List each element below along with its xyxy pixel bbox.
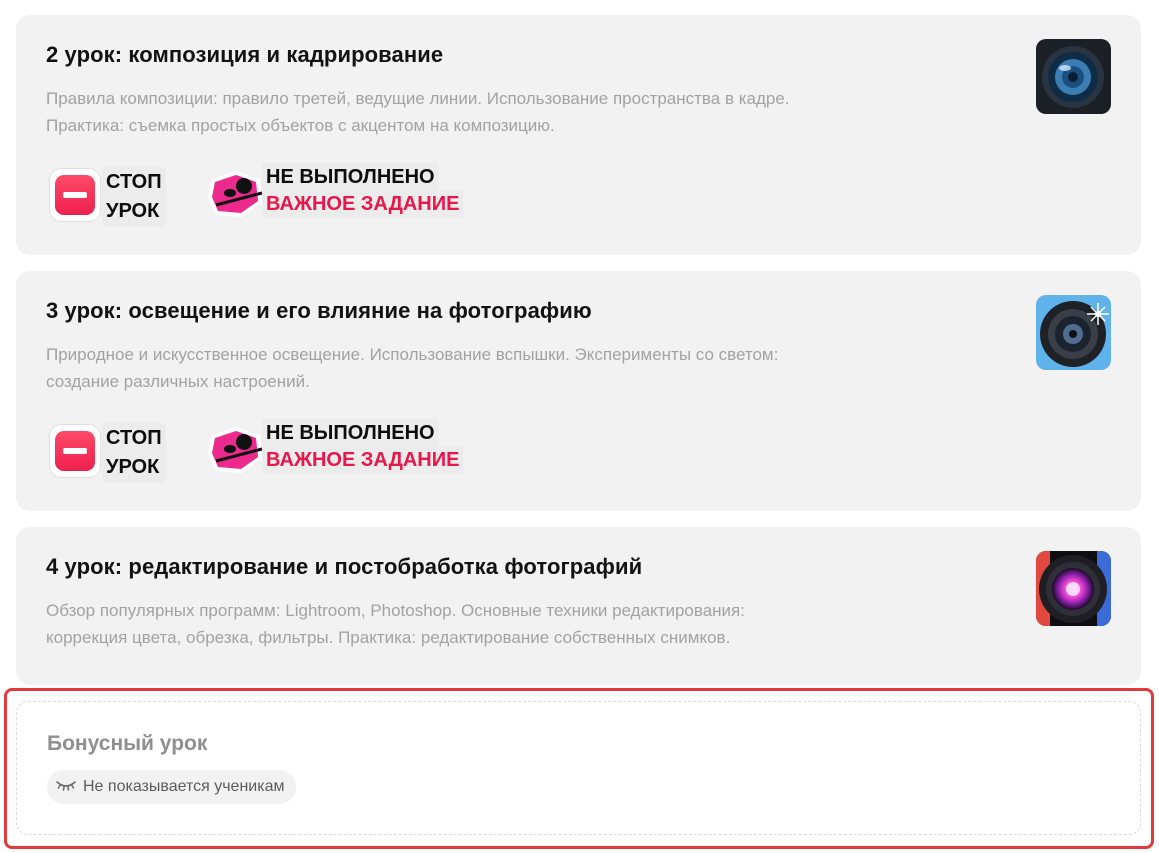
stop-label-line: СТОП [106, 427, 162, 449]
stop-icon [50, 425, 100, 477]
stop-label: СТОП УРОК [102, 423, 166, 483]
colorful-lens-icon [1036, 551, 1111, 626]
description-line: Правила композиции: правило третей, веду… [46, 89, 790, 108]
bonus-lesson-title[interactable]: Бонусный урок [47, 732, 207, 756]
description-line: коррекция цвета, обрезка, фильтры. Практ… [46, 628, 731, 647]
lesson-description: Правила композиции: правило третей, веду… [46, 85, 1006, 139]
task-status: НЕ ВЫПОЛНЕНО [262, 419, 439, 447]
bonus-lesson-card[interactable]: Бонусный урок Не показывается ученикам [16, 701, 1141, 835]
stop-label-line: УРОК [106, 456, 160, 478]
description-line: создание различных настроений. [46, 372, 310, 391]
description-line: Природное и искусственное освещение. Исп… [46, 345, 779, 364]
task-type: ВАЖНОЕ ЗАДАНИЕ [262, 446, 464, 474]
description-line: Практика: съемка простых объектов с акце… [46, 116, 555, 135]
stop-label-line: СТОП [106, 171, 162, 193]
task-sticker-icon [206, 425, 264, 475]
visibility-label: Не показывается ученикам [83, 778, 285, 795]
task-sticker-icon [206, 169, 264, 219]
lesson-description: Обзор популярных программ: Lightroom, Ph… [46, 597, 1006, 651]
lesson-title[interactable]: 2 урок: композиция и кадрирование [46, 42, 443, 68]
lesson-title[interactable]: 4 урок: редактирование и постобработка ф… [46, 554, 642, 580]
task-status: НЕ ВЫПОЛНЕНО [262, 163, 439, 191]
stop-lesson-badge: СТОП УРОК [48, 167, 178, 227]
lesson-description: Природное и искусственное освещение. Исп… [46, 341, 1006, 395]
stop-lesson-badge: СТОП УРОК [48, 423, 178, 483]
stop-label: СТОП УРОК [102, 167, 166, 227]
lesson-card-4[interactable]: 4 урок: редактирование и постобработка ф… [16, 527, 1141, 685]
stop-label-line: УРОК [106, 200, 160, 222]
task-status-badge: НЕ ВЫПОЛНЕНО ВАЖНОЕ ЗАДАНИЕ [204, 419, 494, 479]
visibility-badge: Не показывается ученикам [47, 770, 297, 804]
camera-lens-flash-icon [1036, 295, 1111, 370]
task-type: ВАЖНОЕ ЗАДАНИЕ [262, 190, 464, 218]
stop-icon [50, 169, 100, 221]
description-line: Обзор популярных программ: Lightroom, Ph… [46, 601, 745, 620]
lesson-title[interactable]: 3 урок: освещение и его влияние на фотог… [46, 298, 592, 324]
camera-lens-icon [1036, 39, 1111, 114]
eye-closed-icon [55, 778, 77, 797]
task-status-badge: НЕ ВЫПОЛНЕНО ВАЖНОЕ ЗАДАНИЕ [204, 163, 494, 223]
lesson-card-2[interactable]: 2 урок: композиция и кадрирование Правил… [16, 15, 1141, 255]
lesson-card-3[interactable]: 3 урок: освещение и его влияние на фотог… [16, 271, 1141, 511]
